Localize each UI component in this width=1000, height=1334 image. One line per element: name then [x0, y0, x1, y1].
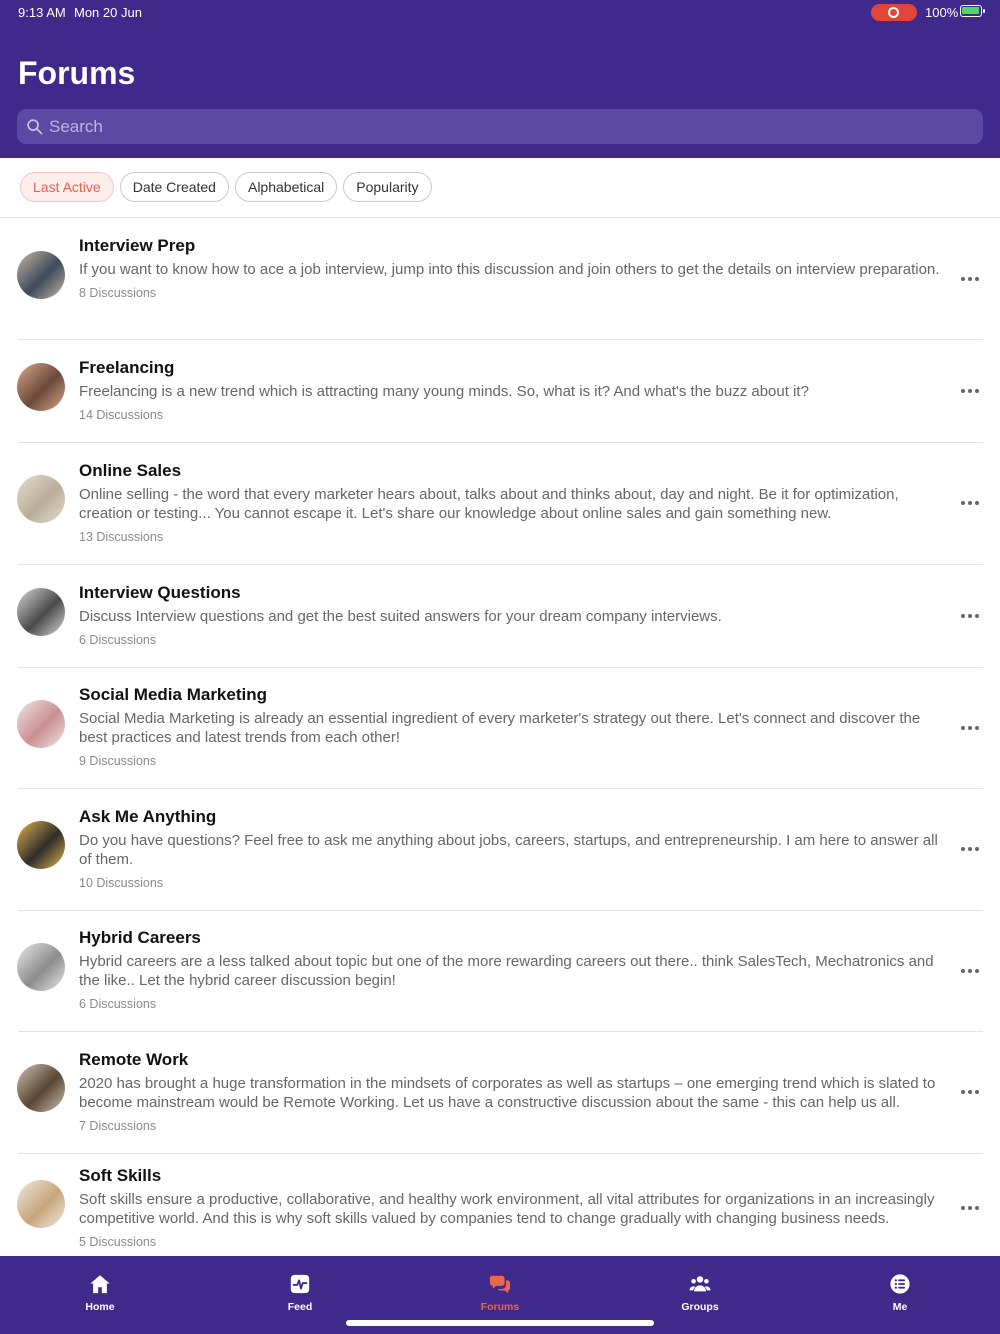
forum-content[interactable]: Social Media Marketing Social Media Marke… [79, 684, 951, 769]
tab-groups[interactable]: Groups [600, 1256, 800, 1320]
forum-avatar[interactable] [17, 363, 65, 411]
filter-chip-last-active[interactable]: Last Active [20, 172, 114, 202]
forum-content[interactable]: Remote Work 2020 has brought a huge trans… [79, 1049, 951, 1134]
filter-chip-date-created[interactable]: Date Created [119, 172, 229, 202]
page-title: Forums [18, 55, 136, 91]
forum-title[interactable]: Social Media Marketing [79, 684, 951, 706]
more-options-icon[interactable] [960, 1203, 980, 1213]
forum-avatar[interactable] [17, 821, 65, 869]
battery-percentage: 100% [925, 5, 959, 20]
forum-list-item[interactable]: Social Media Marketing Social Media Marke… [0, 667, 1000, 789]
forum-avatar[interactable] [17, 700, 65, 748]
search-bar[interactable] [17, 109, 983, 144]
filter-chip-alphabetical[interactable]: Alphabetical [234, 172, 338, 202]
forum-discussion-count: 8 Discussions [79, 286, 157, 300]
forum-content[interactable]: Ask Me Anything Do you have questions? Fe… [79, 806, 951, 891]
forum-content[interactable]: Interview Prep If you want to know how to… [79, 235, 951, 301]
forum-list-item[interactable]: Freelancing Freelancing is a new trend wh… [0, 339, 1000, 443]
tab-label: Home [85, 1301, 115, 1313]
forum-discussion-count: 9 Discussions [79, 754, 157, 768]
forum-discussion-count: 10 Discussions [79, 876, 164, 890]
forums-icon [489, 1275, 511, 1294]
groups-icon [689, 1276, 711, 1292]
forum-list-item[interactable]: Soft Skills Soft skills ensure a producti… [0, 1153, 1000, 1256]
forum-avatar[interactable] [17, 943, 65, 991]
forum-list-item[interactable]: Remote Work 2020 has brought a huge trans… [0, 1031, 1000, 1154]
screen-recording-icon [871, 4, 917, 21]
forum-content[interactable]: Freelancing Freelancing is a new trend wh… [79, 357, 951, 423]
forum-title[interactable]: Interview Prep [79, 235, 951, 257]
forum-description: Social Media Marketing is already an ess… [79, 710, 921, 746]
more-options-icon[interactable] [960, 966, 980, 976]
forum-title[interactable]: Remote Work [79, 1049, 951, 1071]
forum-list-item[interactable]: Online Sales Online selling - the word th… [0, 442, 1000, 565]
forum-list[interactable]: Interview Prep If you want to know how to… [0, 218, 1000, 1256]
home-icon [90, 1275, 110, 1294]
forum-avatar[interactable] [17, 1064, 65, 1112]
forum-list-item[interactable]: Interview Questions Discuss Interview que… [0, 564, 1000, 668]
forum-content[interactable]: Online Sales Online selling - the word th… [79, 460, 951, 545]
more-options-icon[interactable] [960, 723, 980, 733]
forum-title[interactable]: Freelancing [79, 357, 951, 379]
forum-avatar[interactable] [17, 475, 65, 523]
header: 9:13 AM Mon 20 Jun 100% Forums [0, 0, 1000, 158]
forum-title[interactable]: Ask Me Anything [79, 806, 951, 828]
forum-description: Discuss Interview questions and get the … [79, 608, 722, 625]
more-options-icon[interactable] [960, 611, 980, 621]
more-options-icon[interactable] [960, 274, 980, 284]
forum-content[interactable]: Soft Skills Soft skills ensure a producti… [79, 1165, 951, 1250]
forum-description: 2020 has brought a huge transformation i… [79, 1075, 936, 1111]
status-date: Mon 20 Jun [74, 5, 142, 20]
forum-title[interactable]: Online Sales [79, 460, 951, 482]
forum-description: Do you have questions? Feel free to ask … [79, 832, 938, 868]
more-options-icon[interactable] [960, 1087, 980, 1097]
forum-avatar[interactable] [17, 251, 65, 299]
forum-description: Online selling - the word that every mar… [79, 486, 899, 522]
sort-filter-bar: Last Active Date Created Alphabetical Po… [20, 172, 432, 202]
home-indicator[interactable] [346, 1320, 654, 1326]
forum-discussion-count: 6 Discussions [79, 633, 157, 647]
forum-content[interactable]: Hybrid Careers Hybrid careers are a less … [79, 927, 951, 1012]
more-options-icon[interactable] [960, 386, 980, 396]
forum-description: Soft skills ensure a productive, collabo… [79, 1191, 935, 1227]
forum-description: Freelancing is a new trend which is attr… [79, 383, 809, 400]
me-icon [890, 1274, 910, 1294]
forum-discussion-count: 7 Discussions [79, 1119, 157, 1133]
forum-discussion-count: 14 Discussions [79, 408, 164, 422]
forum-title[interactable]: Soft Skills [79, 1165, 951, 1187]
more-options-icon[interactable] [960, 498, 980, 508]
tab-label: Feed [287, 1301, 313, 1313]
forum-discussion-count: 13 Discussions [79, 530, 164, 544]
forum-content[interactable]: Interview Questions Discuss Interview que… [79, 582, 951, 648]
forum-list-item[interactable]: Hybrid Careers Hybrid careers are a less … [0, 910, 1000, 1032]
battery-icon [960, 5, 985, 17]
search-input[interactable] [49, 109, 969, 144]
tab-me[interactable]: Me [800, 1256, 1000, 1320]
tab-home[interactable]: Home [0, 1256, 200, 1320]
more-options-icon[interactable] [960, 844, 980, 854]
status-time: 9:13 AM [18, 5, 66, 20]
forum-description: Hybrid careers are a less talked about t… [79, 953, 934, 989]
tab-label: Forums [480, 1301, 520, 1313]
forum-title[interactable]: Interview Questions [79, 582, 951, 604]
search-icon [27, 119, 43, 135]
filter-chip-popularity[interactable]: Popularity [343, 172, 432, 202]
tab-forums[interactable]: Forums [400, 1256, 600, 1320]
tab-feed[interactable]: Feed [200, 1256, 400, 1320]
forum-description: If you want to know how to ace a job int… [79, 261, 940, 278]
forum-list-item[interactable]: Interview Prep If you want to know how to… [0, 218, 1000, 340]
forum-title[interactable]: Hybrid Careers [79, 927, 951, 949]
forum-avatar[interactable] [17, 588, 65, 636]
status-bar: 9:13 AM Mon 20 Jun 100% [0, 0, 1000, 26]
tab-label: Groups [681, 1301, 719, 1313]
forum-list-item[interactable]: Ask Me Anything Do you have questions? Fe… [0, 788, 1000, 911]
forum-discussion-count: 5 Discussions [79, 1235, 157, 1249]
forum-avatar[interactable] [17, 1180, 65, 1228]
feed-icon [290, 1274, 310, 1294]
forum-discussion-count: 6 Discussions [79, 997, 157, 1011]
tab-label: Me [892, 1301, 908, 1313]
